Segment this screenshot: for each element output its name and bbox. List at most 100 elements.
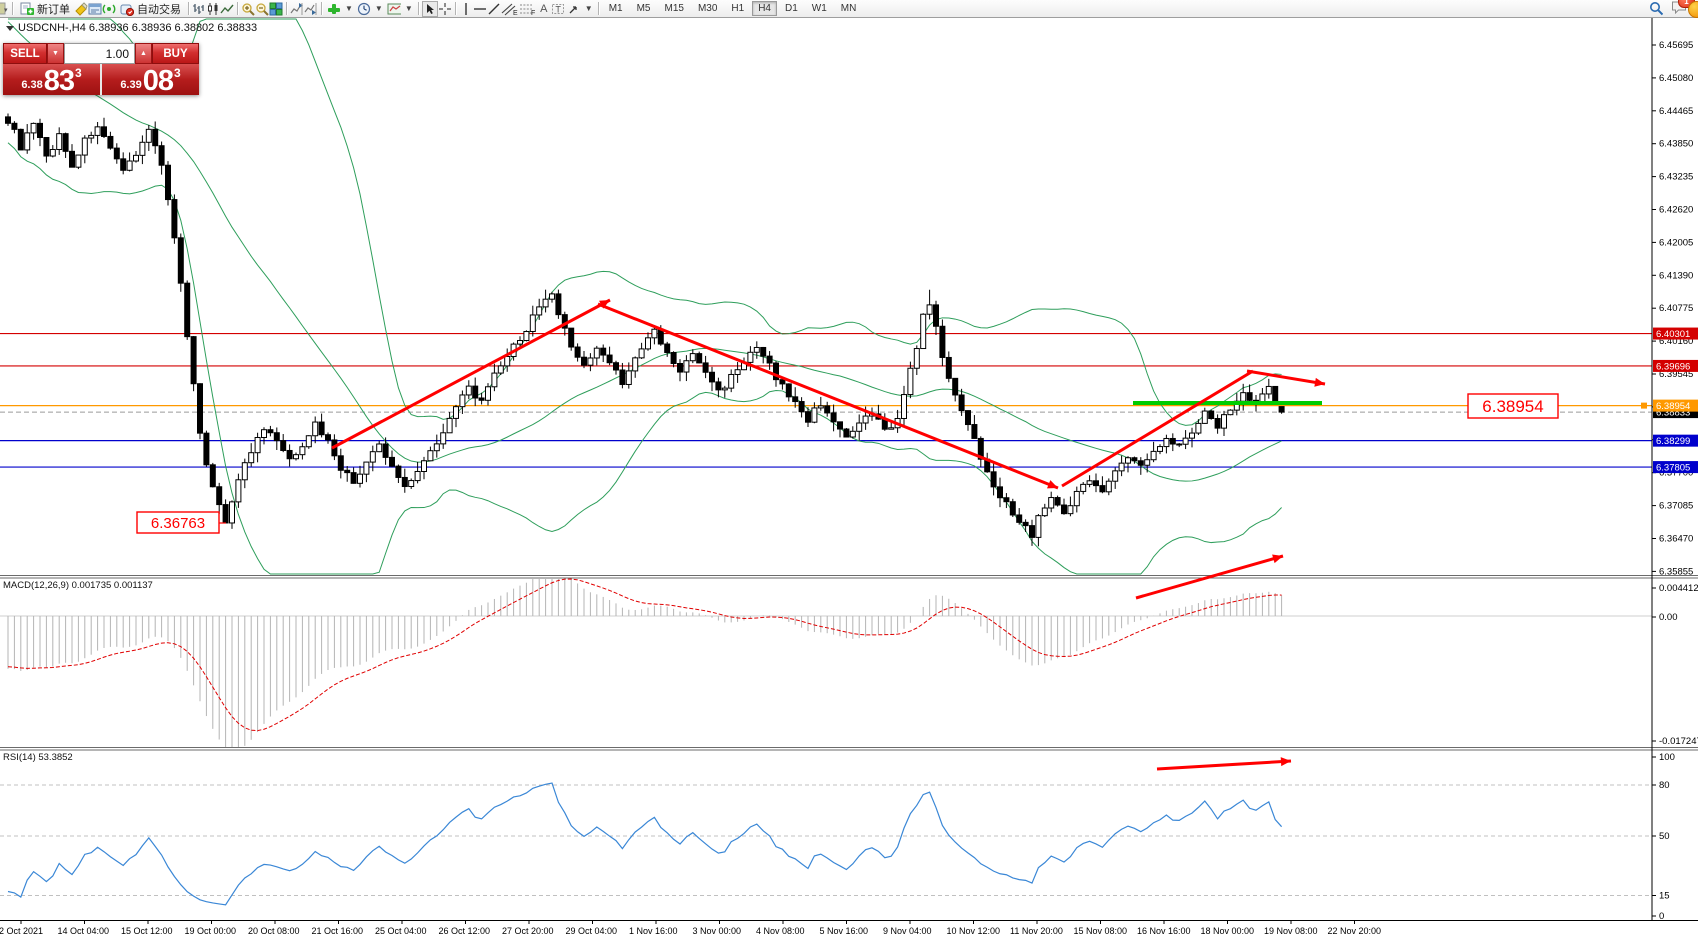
channel-letter: E (513, 10, 518, 16)
zoom-in-icon[interactable] (241, 2, 255, 16)
cursor-tool-icon[interactable] (422, 1, 438, 17)
separator (12, 2, 13, 15)
svg-text:6.41390: 6.41390 (1659, 270, 1693, 281)
price-axis: 6.456956.450806.444656.438506.432356.426… (1652, 40, 1698, 922)
timeframe-d1[interactable]: D1 (779, 1, 804, 16)
svg-text:80: 80 (1659, 780, 1670, 791)
svg-text:6.44465: 6.44465 (1659, 106, 1693, 117)
svg-text:0: 0 (1659, 911, 1664, 922)
autotrade-icon (120, 2, 134, 16)
svg-text:6.45080: 6.45080 (1659, 73, 1693, 84)
bollinger-bands (8, 19, 1282, 574)
autotrade-button[interactable]: 自动交易 (116, 1, 185, 16)
chevron-down-icon: ▼ (345, 4, 353, 13)
time-label: 3 Nov 00:00 (693, 926, 742, 936)
sell-price-display[interactable]: 6.38 83 3 (3, 64, 100, 95)
timeframe-m5[interactable]: M5 (631, 1, 657, 16)
svg-text:50: 50 (1659, 831, 1670, 842)
chart-canvas[interactable]: 6.456956.450806.444656.438506.432356.426… (0, 0, 1698, 939)
time-label: 11 Nov 20:00 (1010, 926, 1063, 936)
label-tool-icon[interactable]: T (551, 2, 565, 16)
sell-price-handle: 6.38 (21, 79, 42, 91)
timeframe-mn[interactable]: MN (835, 1, 863, 16)
svg-text:6.36763: 6.36763 (151, 515, 205, 532)
separator (321, 2, 322, 15)
timeframe-h4[interactable]: H4 (752, 1, 777, 16)
trade-prices-row: 6.38 83 3 6.39 08 3 (3, 64, 199, 95)
svg-text:6.40775: 6.40775 (1659, 303, 1693, 314)
line-chart-icon[interactable] (220, 2, 234, 16)
timeframe-m1[interactable]: M1 (603, 1, 629, 16)
annotations: 6.36763 6.38954 (137, 300, 1558, 769)
template-dropdown[interactable]: ▼ (385, 1, 415, 16)
svg-text:6.38954: 6.38954 (1482, 397, 1543, 416)
separator (237, 2, 238, 15)
timeframe-m15[interactable]: M15 (659, 1, 690, 16)
time-label: 14 Oct 04:00 (58, 926, 110, 936)
svg-text:6.39696: 6.39696 (1656, 361, 1690, 372)
channel-tool-icon[interactable]: E (501, 2, 519, 16)
tile-windows-icon[interactable] (269, 2, 283, 16)
buy-button[interactable]: BUY (152, 43, 199, 64)
add-indicator-dropdown[interactable]: ▼ (325, 1, 355, 16)
new-order-button[interactable]: 新订单 (16, 1, 74, 16)
notifications-button[interactable]: 1 (1671, 0, 1688, 17)
profiles-icon[interactable] (88, 2, 102, 16)
separator (455, 2, 456, 15)
time-label: 20 Oct 08:00 (248, 926, 300, 936)
svg-text:-0.017247: -0.017247 (1659, 736, 1698, 747)
template-icon (387, 2, 401, 16)
chevron-down-icon: ▼ (405, 4, 413, 13)
timeframe-h1[interactable]: H1 (725, 1, 750, 16)
svg-text:▾: ▾ (4, 7, 8, 14)
vertical-line-tool-icon[interactable] (459, 2, 473, 16)
svg-text:15: 15 (1659, 891, 1670, 902)
time-label: 1 Nov 16:00 (629, 926, 678, 936)
time-label: 22 Nov 20:00 (1328, 926, 1382, 936)
svg-text:6.42005: 6.42005 (1659, 237, 1693, 248)
price-level-lines (0, 334, 1652, 468)
time-label: 27 Oct 20:00 (502, 926, 554, 936)
buy-price-display[interactable]: 6.39 08 3 (102, 64, 199, 95)
candles-layer (6, 114, 1285, 547)
time-label: 9 Nov 04:00 (883, 926, 932, 936)
svg-text:0.004412: 0.004412 (1659, 583, 1698, 594)
svg-text:6.37805: 6.37805 (1656, 463, 1690, 474)
crosshair-tool-icon[interactable] (438, 2, 452, 16)
trendline-tool-icon[interactable] (487, 2, 501, 16)
period-dropdown[interactable]: ▼ (355, 1, 385, 16)
chart-shift-icon[interactable] (290, 2, 304, 16)
volume-input[interactable]: 1.00 (64, 43, 135, 64)
timeframe-m30[interactable]: M30 (692, 1, 723, 16)
timeframe-group: M1M5M15M30H1H4D1W1MN (602, 1, 864, 16)
volume-increase-button[interactable]: ▲ (135, 43, 152, 64)
arrows-dropdown[interactable]: ▼ (565, 1, 595, 16)
bar-chart-icon[interactable] (192, 2, 206, 16)
time-label: 25 Oct 04:00 (375, 926, 427, 936)
volume-decrease-button[interactable]: ▼ (47, 43, 64, 64)
signal-icon[interactable] (102, 2, 116, 16)
search-icon[interactable] (1649, 2, 1663, 16)
trade-controls-row: SELL ▼ 1.00 ▲ BUY (3, 43, 199, 64)
zoom-out-icon[interactable] (255, 2, 269, 16)
time-label: 15 Oct 12:00 (121, 926, 173, 936)
mt4-terminal: { "toolbar": { "new_order_label": "新订单",… (0, 0, 1698, 939)
time-label: 19 Oct 00:00 (185, 926, 237, 936)
fibonacci-tool-icon[interactable]: F (519, 2, 537, 16)
sell-button[interactable]: SELL (3, 43, 47, 64)
chevron-down-icon: ▼ (585, 4, 593, 13)
time-label: 19 Nov 08:00 (1264, 926, 1318, 936)
styler-icon[interactable] (74, 2, 88, 16)
svg-text:T: T (555, 4, 561, 14)
time-label: 15 Nov 08:00 (1074, 926, 1128, 936)
horizontal-line-tool-icon[interactable] (473, 2, 487, 16)
timeframe-w1[interactable]: W1 (806, 1, 833, 16)
autoscroll-icon[interactable] (304, 2, 318, 16)
text-tool-icon[interactable]: A (537, 2, 551, 16)
arrow-shapes-icon (567, 2, 581, 16)
time-label: 21 Oct 16:00 (312, 926, 364, 936)
separator (418, 2, 419, 15)
chevron-down-icon: ▼ (375, 4, 383, 13)
candlestick-chart-icon[interactable] (206, 2, 220, 16)
clock-icon (357, 2, 371, 16)
